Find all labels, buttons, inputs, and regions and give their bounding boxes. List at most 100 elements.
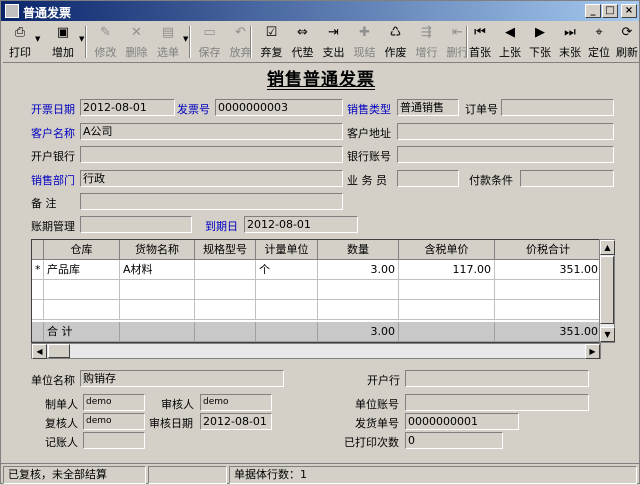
- aging-field[interactable]: [80, 216, 192, 233]
- grid-column-header[interactable]: 计量单位: [256, 240, 318, 260]
- toolbar-button-7[interactable]: ☑ 弃复: [257, 23, 286, 61]
- trash-icon: ♺: [389, 25, 402, 40]
- sales-dept-field[interactable]: 行政: [80, 170, 343, 187]
- bank-field[interactable]: [80, 146, 343, 163]
- toolbar-button-4[interactable]: ▤ 选单: [153, 23, 183, 61]
- grid-column-header[interactable]: 仓库: [44, 240, 120, 260]
- toolbar-button-5[interactable]: ▭ 保存: [195, 23, 224, 61]
- scroll-up-icon[interactable]: ▲: [600, 240, 615, 255]
- toolbar-button-label: 保存: [198, 46, 221, 59]
- sales-type-field[interactable]: 普通销售: [397, 99, 459, 116]
- toolbar-button-label: 现结: [353, 46, 376, 59]
- dropdown-arrow-icon[interactable]: ▼: [35, 35, 43, 43]
- locate-icon: ⌖: [595, 25, 603, 40]
- vertical-scrollbar[interactable]: ▲ ▼: [599, 239, 615, 343]
- invoice-date-field[interactable]: 2012-08-01: [80, 99, 175, 116]
- prev-icon: ◀: [505, 25, 515, 40]
- toolbar-button-10[interactable]: ✚ 现结: [350, 23, 379, 61]
- first-icon: ⏮: [474, 25, 486, 40]
- remark-label: 备 注: [31, 197, 57, 210]
- grid-empty-cell: [120, 300, 195, 320]
- scroll-left-icon[interactable]: ◀: [32, 344, 47, 359]
- grid-cell-price[interactable]: 117.00: [399, 260, 495, 280]
- horizontal-scrollbar[interactable]: ◀ ▶: [31, 343, 601, 359]
- customer-address-label: 客户地址: [347, 127, 391, 140]
- rechecker-label: 复核人: [45, 417, 78, 430]
- grid-empty-cell: [318, 300, 399, 320]
- toolbar-button-label: 打印: [9, 46, 31, 59]
- toolbar-button-label: 支出: [322, 46, 345, 59]
- unit-account-field[interactable]: [405, 394, 589, 411]
- close-button[interactable]: ×: [621, 4, 637, 18]
- invoice-no-field[interactable]: 0000000003: [215, 99, 343, 116]
- grid-column-header[interactable]: 数量: [318, 240, 399, 260]
- toolbar-button-3[interactable]: ✕ 删除: [122, 23, 151, 61]
- toolbar-button-label: 定位: [588, 46, 610, 59]
- toolbar-button-label: 代垫: [291, 46, 314, 59]
- check-date-field: 2012-08-01: [200, 413, 272, 430]
- line-items-grid[interactable]: 仓库 货物名称 规格型号 计量单位 数量 含税单价 价税合计 * 产品库 A材料个 3.00 117.…: [31, 239, 601, 343]
- toolbar-button-2[interactable]: ✎ 修改: [91, 23, 120, 61]
- toolbar-button-19[interactable]: ⟳ 刷新: [614, 23, 640, 61]
- toolbar-button-label: 刷新: [616, 46, 638, 59]
- grid-empty-cell: [44, 280, 120, 300]
- toolbar-button-14[interactable]: ⏮ 首张: [466, 23, 494, 61]
- grid-column-header[interactable]: 含税单价: [399, 240, 495, 260]
- grid-cell-spec[interactable]: [195, 260, 256, 280]
- scroll-down-icon[interactable]: ▼: [600, 327, 615, 342]
- toolbar-button-label: 上张: [499, 46, 521, 59]
- toolbar-button-16[interactable]: ▶ 下张: [526, 23, 554, 61]
- status-pane-row-count: 单据体行数：1: [229, 466, 637, 484]
- sales-dept-label: 销售部门: [31, 174, 75, 187]
- status-bar: 已复核，未全部结算 单据体行数：1: [1, 463, 640, 485]
- grid-cell-unit[interactable]: 个: [256, 260, 318, 280]
- maximize-button[interactable]: □: [602, 4, 618, 18]
- scroll-right-icon[interactable]: ▶: [585, 344, 600, 359]
- payment-terms-field[interactable]: [520, 170, 614, 187]
- grid-column-header[interactable]: 规格型号: [195, 240, 256, 260]
- grid-corner-header: [32, 240, 44, 260]
- remark-field[interactable]: [80, 193, 343, 210]
- customer-address-field[interactable]: [397, 123, 614, 140]
- toolbar-button-8[interactable]: ⇔ 代垫: [288, 23, 317, 61]
- toolbar-button-12[interactable]: ⇶ 增行: [412, 23, 441, 61]
- toolbar-button-1[interactable]: ▣ 增加: [47, 23, 79, 61]
- toolbar-button-15[interactable]: ◀ 上张: [496, 23, 524, 61]
- toolbar: ⎙ 打印 ▼ ▣ 增加 ▼ ✎ 修改 ✕ 删除 ▤ 选单 ▼ ▭ 保存 ↶ 放弃 ☑ 弃复 ⇔ 代垫 ⇥ 支出 ✚ 现结 ♺ 作废 ⇶…: [3, 23, 639, 63]
- order-no-label: 订单号: [465, 103, 498, 116]
- maker-field: demo: [83, 394, 145, 411]
- check-date-label: 审核日期: [149, 417, 193, 430]
- grid-empty-cell: [195, 280, 256, 300]
- order-no-field[interactable]: [501, 99, 614, 116]
- toolbar-button-label: 增行: [415, 46, 438, 59]
- toolbar-button-9[interactable]: ⇥ 支出: [319, 23, 348, 61]
- due-date-field[interactable]: 2012-08-01: [244, 216, 358, 233]
- grid-empty-cell: [399, 300, 495, 320]
- bank-account-field[interactable]: [397, 146, 614, 163]
- unit-name-field[interactable]: 购销存: [80, 370, 284, 387]
- toolbar-button-0[interactable]: ⎙ 打印: [5, 23, 35, 61]
- horizontal-scroll-thumb[interactable]: [48, 344, 70, 358]
- toolbar-button-label: 首张: [469, 46, 491, 59]
- grid-cell-qty[interactable]: 3.00: [318, 260, 399, 280]
- grid-cell-warehouse[interactable]: 产品库: [44, 260, 120, 280]
- edit-icon: ✎: [100, 25, 111, 40]
- salesman-field[interactable]: [397, 170, 459, 187]
- title-bar[interactable]: 普通发票 _ □ ×: [1, 1, 639, 21]
- footer-bank-field[interactable]: [405, 370, 589, 387]
- customer-field[interactable]: A公司: [80, 123, 343, 140]
- sales-type-label: 销售类型: [347, 103, 391, 116]
- select-order-icon: ▤: [161, 25, 175, 40]
- ship-no-field: 0000000001: [405, 413, 519, 430]
- vertical-scroll-thumb[interactable]: [600, 256, 614, 324]
- grid-cell-total[interactable]: 351.00: [495, 260, 600, 280]
- toolbar-button-11[interactable]: ♺ 作废: [381, 23, 410, 61]
- grid-column-header[interactable]: 货物名称: [120, 240, 195, 260]
- grid-cell-item[interactable]: A材料: [120, 260, 195, 280]
- toolbar-button-17[interactable]: ⏭ 末张: [556, 23, 584, 61]
- checker-label: 审核人: [161, 398, 194, 411]
- grid-column-header[interactable]: 价税合计: [495, 240, 600, 260]
- minimize-button[interactable]: _: [585, 4, 601, 18]
- toolbar-button-18[interactable]: ⌖ 定位: [586, 23, 612, 61]
- save-icon: ▭: [203, 25, 216, 40]
